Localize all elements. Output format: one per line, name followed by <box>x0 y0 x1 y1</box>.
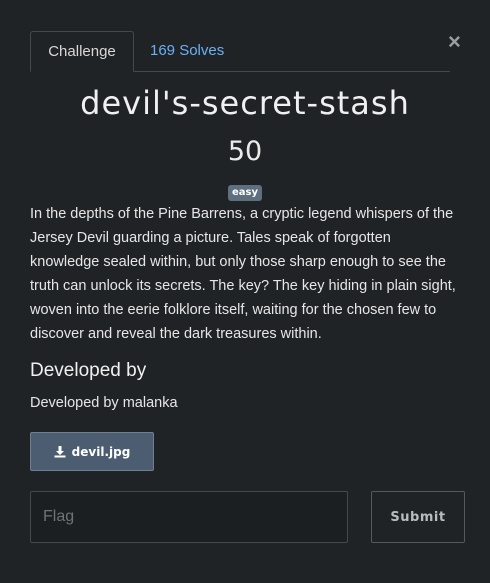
challenge-modal: Challenge 169 Solves × devil's-secret-st… <box>0 0 490 583</box>
difficulty-badge: easy <box>227 185 262 201</box>
challenge-points: 50 <box>227 136 263 167</box>
challenge-tabs: Challenge 169 Solves <box>30 31 450 72</box>
close-icon[interactable]: × <box>448 31 461 53</box>
file-name: devil.jpg <box>71 444 131 459</box>
difficulty-badge-wrapper: easy <box>0 182 490 201</box>
developer-heading: Developed by <box>30 360 147 381</box>
file-download-button[interactable]: devil.jpg <box>30 432 154 471</box>
tab-solves[interactable]: 169 Solves <box>150 31 224 71</box>
tab-challenge[interactable]: Challenge <box>30 31 134 72</box>
download-icon <box>54 445 66 457</box>
challenge-description: In the depths of the Pine Barrens, a cry… <box>30 206 456 342</box>
challenge-title: devil's-secret-stash <box>80 84 410 122</box>
flag-input[interactable] <box>30 491 348 543</box>
submit-button[interactable]: Submit <box>371 491 465 543</box>
developer-text: Developed by malanka <box>30 395 178 411</box>
